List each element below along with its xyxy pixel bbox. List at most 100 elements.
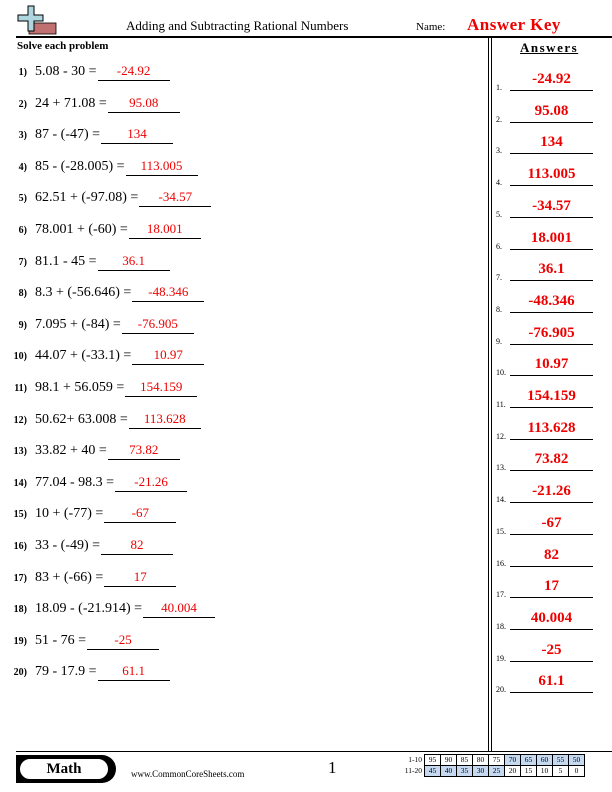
- answer-blank[interactable]: 36.1: [97, 253, 170, 271]
- problem-number: 19): [13, 635, 27, 647]
- problem-item: 15) 10 + (-77) = -67: [0, 506, 177, 526]
- score-cell: 0: [568, 765, 585, 777]
- answer-blank[interactable]: 113.005: [125, 158, 198, 176]
- problem-number: 6): [18, 225, 27, 236]
- name-label: Name:: [416, 21, 446, 33]
- answer-blank[interactable]: 18.001: [128, 222, 201, 239]
- problem-number: 9): [18, 319, 27, 331]
- score-cell: 40: [440, 765, 457, 777]
- problem-item: 13) 33.82 + 40 = 73.82: [0, 443, 180, 463]
- answer-key-item: 8. -48.346: [496, 293, 612, 317]
- answer-key-value[interactable]: 154.159: [510, 388, 593, 408]
- answer-key-item: 14. -21.26: [496, 483, 612, 507]
- answer-key-number: 18.: [496, 621, 506, 631]
- answer-key-value[interactable]: -25: [510, 642, 593, 662]
- answer-key-item: 5. -34.57: [496, 198, 612, 222]
- website-link[interactable]: www.CommonCoreSheets.com: [131, 769, 244, 779]
- answer-blank[interactable]: -67: [104, 506, 177, 524]
- answer-blank[interactable]: 40.004: [143, 601, 216, 619]
- problem-number: 18): [13, 604, 27, 616]
- answer-key-item: 15. -67: [496, 515, 612, 539]
- answer-key-item: 20. 61.1: [496, 673, 612, 697]
- problem-item: 16) 33 - (-49) = 82: [0, 538, 174, 558]
- answer-blank[interactable]: 10.97: [132, 348, 205, 366]
- score-cell: 65: [520, 754, 537, 766]
- answer-key-number: 20.: [496, 685, 506, 695]
- answer-key-value[interactable]: 113.005: [510, 166, 593, 187]
- answer-key-value[interactable]: 82: [510, 547, 593, 567]
- answer-blank[interactable]: -76.905: [121, 316, 194, 334]
- problem-item: 7) 81.1 - 45 = 36.1: [0, 253, 170, 274]
- answer-key-value[interactable]: 18.001: [510, 230, 593, 250]
- problem-expression: 77.04 - 98.3 =: [35, 474, 115, 490]
- answer-blank[interactable]: -34.57: [139, 190, 212, 208]
- answer-blank[interactable]: -25: [87, 632, 160, 650]
- problem-number: 15): [13, 509, 27, 521]
- answer-key-item: 7. 36.1: [496, 261, 612, 285]
- problem-expression: 98.1 + 56.059 =: [35, 380, 125, 395]
- problem-item: 9) 7.095 + (-84) = -76.905: [0, 316, 194, 337]
- problem-number: 11): [14, 383, 27, 394]
- answer-key-number: 4.: [496, 178, 502, 188]
- answer-key-item: 1. -24.92: [496, 71, 612, 95]
- answer-key-item: 12. 113.628: [496, 420, 612, 444]
- answer-key-item: 10. 10.97: [496, 356, 612, 380]
- answer-key-number: 17.: [496, 590, 506, 600]
- answer-blank[interactable]: 95.08: [107, 95, 180, 113]
- score-cell: 90: [440, 754, 457, 766]
- answer-blank[interactable]: 134: [101, 127, 174, 145]
- answer-blank[interactable]: 61.1: [97, 664, 170, 682]
- score-row-label: 1-10: [408, 755, 422, 764]
- page-number: 1: [328, 758, 337, 777]
- problem-item: 5) 62.51 + (-97.08) = -34.57: [0, 190, 212, 210]
- answer-blank[interactable]: -24.92: [97, 64, 170, 81]
- answer-key-item: 9. -76.905: [496, 325, 612, 349]
- problem-expression: 81.1 - 45 =: [35, 253, 97, 269]
- answer-key-item: 18. 40.004: [496, 610, 612, 634]
- answer-key-item: 16. 82: [496, 547, 612, 571]
- answer-key-value[interactable]: 40.004: [510, 610, 593, 630]
- answer-blank[interactable]: 73.82: [107, 443, 180, 461]
- score-cell: 55: [552, 754, 569, 766]
- problem-item: 20) 79 - 17.9 = 61.1: [0, 664, 170, 684]
- answer-key-value[interactable]: -76.905: [510, 325, 593, 345]
- problem-number: 2): [18, 98, 27, 110]
- problem-item: 18) 18.09 - (-21.914) = 40.004: [0, 601, 216, 621]
- problem-expression: 50.62+ 63.008 =: [35, 411, 128, 427]
- answer-key-value[interactable]: 113.628: [510, 420, 593, 440]
- answer-blank[interactable]: 113.628: [128, 411, 201, 429]
- answer-blank[interactable]: 17: [104, 569, 177, 587]
- answer-key-value[interactable]: -24.92: [510, 71, 593, 91]
- answer-key-value[interactable]: 61.1: [510, 673, 593, 694]
- score-row: 11-20 45 40 35 30 25 20 15 10 5 0: [396, 765, 585, 777]
- answer-key-value[interactable]: 10.97: [510, 356, 593, 377]
- answer-key-value[interactable]: 36.1: [510, 261, 593, 282]
- answer-key-value[interactable]: -67: [510, 515, 593, 535]
- answer-key-value[interactable]: -34.57: [510, 198, 593, 218]
- answer-key-value[interactable]: 95.08: [510, 103, 593, 123]
- problem-item: 2) 24 + 71.08 = 95.08: [0, 95, 180, 116]
- column-divider: [488, 38, 489, 751]
- answer-key-number: 12.: [496, 431, 506, 441]
- problem-expression: 83 + (-66) =: [35, 569, 104, 585]
- answer-key-number: 2.: [496, 114, 502, 124]
- answer-key-value[interactable]: -48.346: [510, 293, 593, 313]
- problem-number: 3): [18, 130, 27, 142]
- answer-blank[interactable]: 154.159: [125, 380, 198, 397]
- score-cell: 25: [488, 765, 505, 777]
- problem-expression: 5.08 - 30 =: [35, 64, 97, 79]
- answer-key-number: 3.: [496, 146, 502, 156]
- score-row: 1-10 95 90 85 80 75 70 65 60 55 50: [396, 754, 585, 766]
- answer-blank[interactable]: -48.346: [132, 285, 205, 303]
- problem-expression: 33.82 + 40 =: [35, 443, 107, 459]
- score-cell: 60: [536, 754, 553, 766]
- answer-blank[interactable]: 82: [101, 538, 174, 555]
- answer-key-value[interactable]: -21.26: [510, 483, 593, 504]
- problem-expression: 33 - (-49) =: [35, 538, 101, 553]
- answer-key-item: 11. 154.159: [496, 388, 612, 412]
- answer-key-value[interactable]: 17: [510, 578, 593, 599]
- answer-blank[interactable]: -21.26: [115, 474, 188, 492]
- problem-number: 20): [13, 667, 27, 679]
- answer-key-value[interactable]: 134: [510, 134, 593, 155]
- answer-key-value[interactable]: 73.82: [510, 451, 593, 472]
